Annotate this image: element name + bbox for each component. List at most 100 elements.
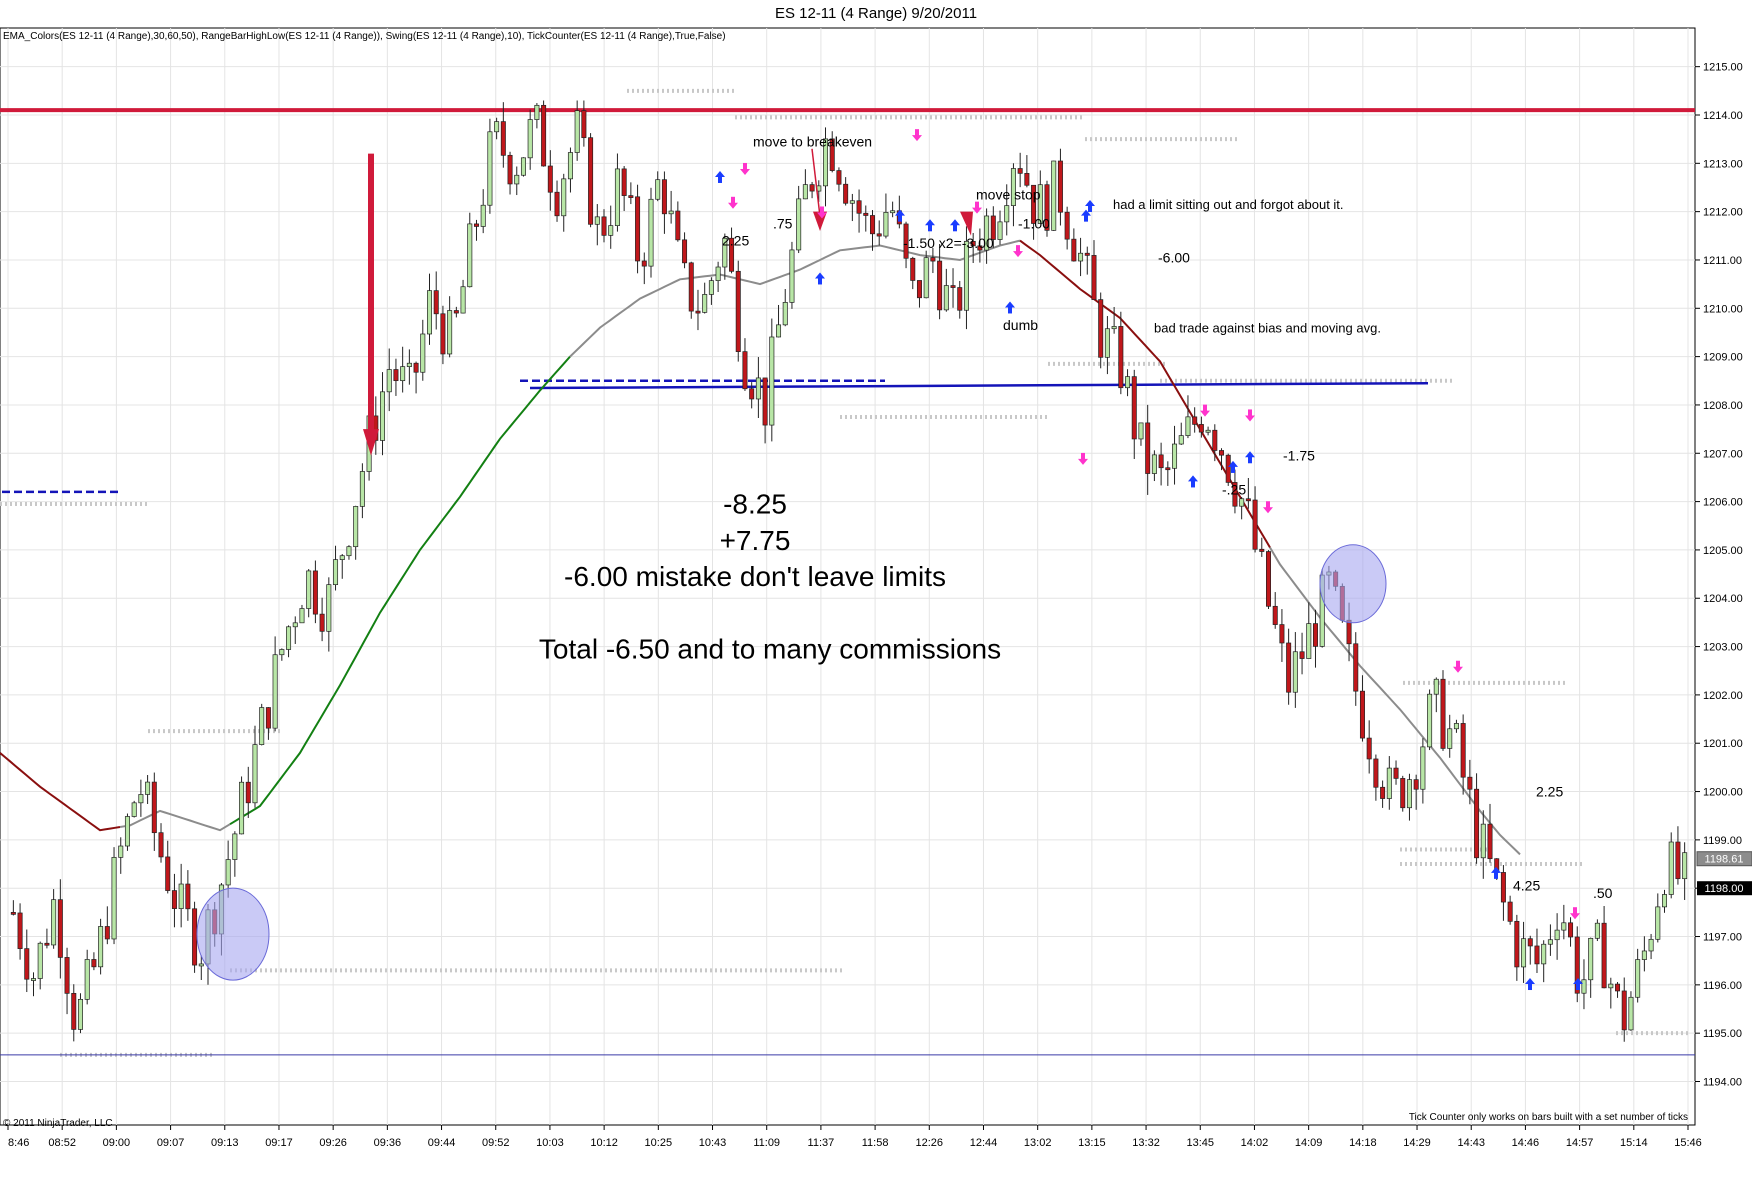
- x-tick-label: 14:18: [1349, 1137, 1377, 1149]
- candle-down: [104, 926, 110, 940]
- candle-down: [91, 959, 97, 968]
- price-chart[interactable]: 1194.00 1195.00 1196.00 1197.00 1198.00 1199.…: [0, 0, 1752, 1177]
- candle-up: [668, 210, 674, 215]
- candle-up: [292, 622, 298, 628]
- x-tick-label: 13:15: [1078, 1137, 1106, 1149]
- candle-up: [359, 471, 365, 507]
- long-signal-arrow: [1008, 306, 1012, 314]
- candle-down: [910, 257, 916, 281]
- candle-down: [1400, 778, 1406, 809]
- candle-up: [111, 857, 117, 940]
- short-signal-arrow: [1248, 409, 1252, 417]
- candle-down: [1460, 723, 1466, 778]
- candle-up: [98, 926, 104, 968]
- y-tick-label: 1203.00: [1703, 642, 1743, 654]
- annotation-trade-result: -1.00: [1018, 216, 1050, 232]
- candle-up: [178, 883, 184, 909]
- candle-down: [71, 992, 77, 1030]
- y-tick-label: 1196.00: [1703, 980, 1742, 992]
- candle-up: [608, 225, 614, 236]
- candle-down: [930, 257, 936, 262]
- x-tick-label: 10:12: [590, 1137, 618, 1149]
- long-signal-arrow: [953, 224, 957, 232]
- candle-up: [708, 280, 714, 295]
- y-tick-label: 1207.00: [1703, 448, 1743, 460]
- candle-down: [1272, 605, 1278, 625]
- candle-down: [1118, 326, 1124, 389]
- long-signal-arrow: [1248, 456, 1252, 464]
- candle-up: [427, 290, 432, 335]
- candle-down: [1245, 498, 1251, 502]
- candle-down: [245, 781, 251, 804]
- candle-up: [782, 302, 788, 326]
- long-signal-arrow: [928, 224, 932, 232]
- candle-down: [1259, 548, 1265, 552]
- short-signal-arrow: [915, 129, 919, 137]
- candle-down: [541, 104, 547, 167]
- candle-down: [507, 154, 513, 185]
- candle-down: [554, 191, 560, 217]
- candle-down: [1474, 788, 1480, 859]
- candle-up: [380, 391, 386, 441]
- summary-line-3: -6.00 mistake don't leave limits: [564, 561, 946, 592]
- candle-down: [1534, 945, 1540, 965]
- candle-up: [480, 204, 486, 227]
- candle-down: [950, 285, 956, 288]
- candle-down: [1507, 901, 1513, 922]
- candle-up: [1581, 979, 1587, 994]
- candle-down: [1286, 642, 1292, 693]
- candle-up: [1306, 623, 1312, 659]
- candle-down: [916, 280, 922, 299]
- candle-down: [185, 883, 191, 910]
- x-tick-label: 14:29: [1403, 1137, 1431, 1149]
- candle-up: [131, 802, 137, 817]
- candle-up: [494, 121, 500, 133]
- candle-down: [171, 890, 177, 909]
- x-tick-label: 14:43: [1457, 1137, 1485, 1149]
- x-tick-label: 15:14: [1620, 1137, 1648, 1149]
- candle-up: [1521, 938, 1527, 968]
- candle-up: [1185, 416, 1191, 436]
- candle-up: [890, 210, 896, 214]
- y-tick-label: 1200.00: [1703, 787, 1743, 799]
- candle-down: [1366, 737, 1372, 760]
- candle-down: [1467, 776, 1473, 790]
- candle-down: [863, 212, 869, 216]
- candle-up: [1386, 767, 1392, 799]
- candle-up: [460, 286, 466, 314]
- candle-down: [1621, 990, 1627, 1031]
- candle-up: [51, 899, 57, 946]
- candle-down: [44, 942, 50, 946]
- candle-down: [1057, 160, 1063, 213]
- candle-down: [588, 137, 594, 225]
- long-signal-arrow: [818, 277, 822, 285]
- candle-up: [138, 794, 144, 804]
- candle-up: [420, 333, 426, 373]
- y-tick-label: 1195.00: [1703, 1028, 1742, 1040]
- candle-down: [628, 195, 634, 198]
- candle-up: [279, 649, 285, 656]
- candle-down: [1198, 424, 1204, 433]
- candle-up: [1151, 454, 1157, 474]
- candle-up: [124, 816, 130, 847]
- candle-down: [1373, 758, 1379, 788]
- candle-up: [594, 216, 600, 225]
- annotation-trade-result: 2.25: [722, 232, 749, 248]
- indicators-label: EMA_Colors(ES 12-11 (4 Range),30,60,50),…: [3, 31, 726, 42]
- candle-up: [769, 336, 775, 426]
- candle-up: [225, 859, 231, 886]
- candle-down: [661, 179, 667, 215]
- candle-down: [742, 351, 748, 390]
- candle-down: [635, 196, 641, 262]
- candle-up: [1406, 779, 1412, 809]
- annotation-dumb: dumb: [1003, 317, 1038, 333]
- x-tick-label: 09:26: [319, 1137, 347, 1149]
- candle-down: [876, 233, 882, 237]
- y-tick-label: 1215.00: [1703, 62, 1743, 74]
- annotation-trade-result: -6.00: [1158, 249, 1190, 265]
- candle-up: [1480, 823, 1486, 859]
- annotation-trade-result: 2.25: [1536, 783, 1563, 799]
- candle-up: [326, 584, 332, 632]
- candle-up: [883, 211, 889, 237]
- summary-line-1: -8.25: [723, 489, 787, 520]
